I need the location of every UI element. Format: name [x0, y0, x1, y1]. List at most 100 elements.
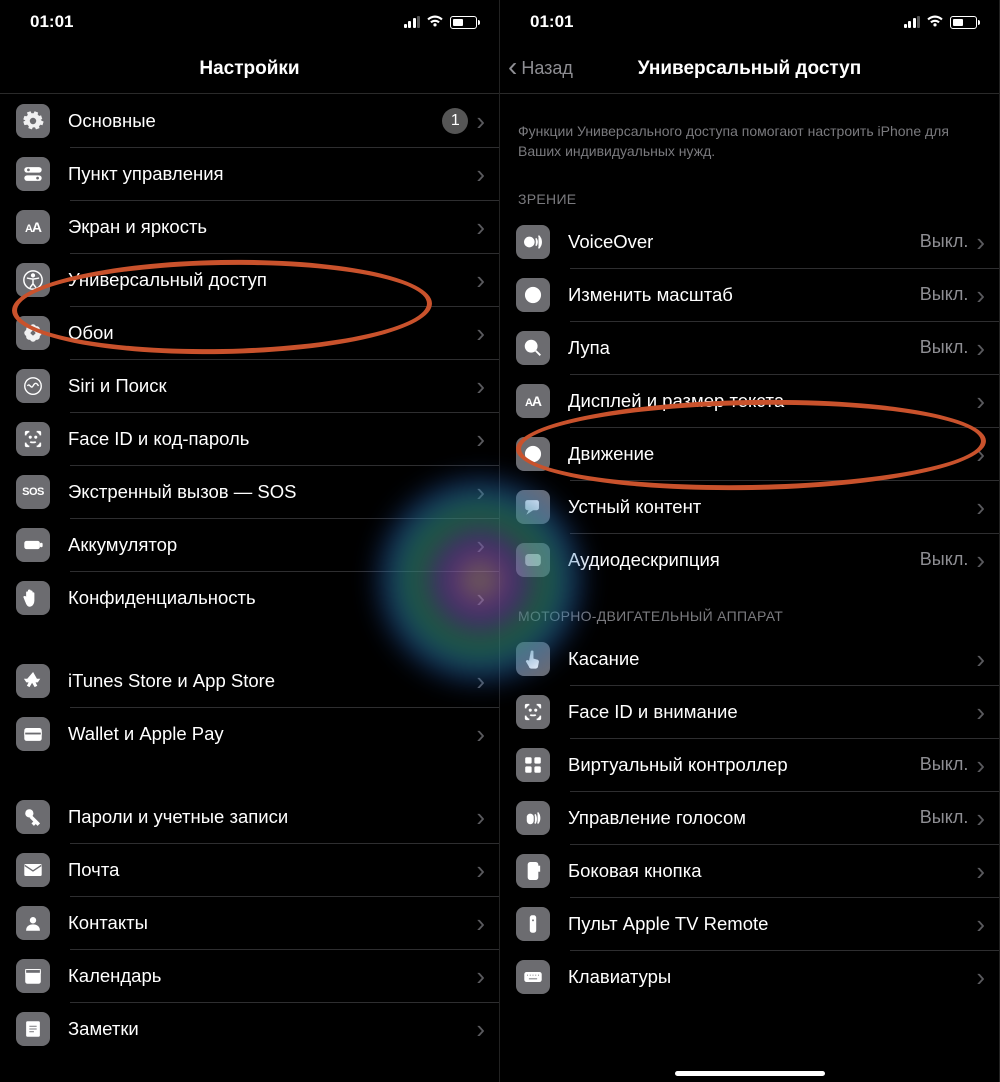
row-label: Календарь	[68, 965, 476, 987]
voice-icon	[516, 801, 550, 835]
settings-row[interactable]: Пароли и учетные записи›	[0, 790, 499, 843]
chevron-right-icon: ›	[476, 804, 485, 830]
settings-row[interactable]: iTunes Store и App Store›	[0, 654, 499, 707]
settings-row[interactable]: Движение›	[500, 427, 999, 480]
row-label: Wallet и Apple Pay	[68, 723, 476, 745]
chevron-right-icon: ›	[476, 668, 485, 694]
accessibility-list[interactable]: Функции Универсального доступа помогают …	[500, 94, 999, 1082]
magnifier-icon	[516, 331, 550, 365]
gear-icon	[16, 104, 50, 138]
settings-row[interactable]: Конфиденциальность›	[0, 571, 499, 624]
faceid-icon	[516, 695, 550, 729]
battery-icon	[16, 528, 50, 562]
mail-icon	[16, 853, 50, 887]
chevron-right-icon: ›	[976, 911, 985, 937]
section-description: Функции Универсального доступа помогают …	[500, 94, 999, 169]
sidebtn-icon	[516, 854, 550, 888]
nav-bar: ‹ Назад Универсальный доступ	[500, 44, 999, 94]
settings-row[interactable]: Аккумулятор›	[0, 518, 499, 571]
settings-row[interactable]: AAЭкран и яркость›	[0, 200, 499, 253]
settings-row[interactable]: Пульт Apple TV Remote›	[500, 897, 999, 950]
row-label: Аккумулятор	[68, 534, 476, 556]
contact-icon	[16, 906, 50, 940]
phone-accessibility: 01:01 ‹ Назад Универсальный доступ Функц…	[500, 0, 1000, 1082]
row-label: Экстренный вызов — SOS	[68, 481, 476, 503]
chevron-right-icon: ›	[476, 267, 485, 293]
row-label: Siri и Поиск	[68, 375, 476, 397]
home-indicator	[675, 1071, 825, 1076]
settings-row[interactable]: SOSЭкстренный вызов — SOS›	[0, 465, 499, 518]
settings-row[interactable]: Основные1›	[0, 94, 499, 147]
AA-icon: AA	[16, 210, 50, 244]
row-label: Боковая кнопка	[568, 860, 976, 882]
settings-row[interactable]: AAДисплей и размер текста›	[500, 374, 999, 427]
row-label: Устный контент	[568, 496, 976, 518]
faceid-icon	[16, 422, 50, 456]
row-value: Выкл.	[920, 549, 969, 570]
row-label: Face ID и внимание	[568, 701, 976, 723]
audiodesc-icon: AD	[516, 543, 550, 577]
settings-row[interactable]: ЛупаВыкл.›	[500, 321, 999, 374]
settings-row[interactable]: Face ID и код-пароль›	[0, 412, 499, 465]
chevron-right-icon: ›	[476, 426, 485, 452]
chevron-right-icon: ›	[976, 441, 985, 467]
chevron-right-icon: ›	[476, 857, 485, 883]
settings-row[interactable]: Устный контент›	[500, 480, 999, 533]
settings-row[interactable]: VoiceOverВыкл.›	[500, 215, 999, 268]
settings-row[interactable]: Боковая кнопка›	[500, 844, 999, 897]
chevron-right-icon: ›	[976, 858, 985, 884]
motion-icon	[516, 437, 550, 471]
settings-group: VoiceOverВыкл.›Изменить масштабВыкл.›Луп…	[500, 215, 999, 586]
chevron-right-icon: ›	[476, 373, 485, 399]
row-label: Пульт Apple TV Remote	[568, 913, 976, 935]
chevron-right-icon: ›	[976, 699, 985, 725]
row-label: Управление голосом	[568, 807, 920, 829]
settings-row[interactable]: ADАудиодескрипцияВыкл.›	[500, 533, 999, 586]
settings-row[interactable]: Управление голосомВыкл.›	[500, 791, 999, 844]
chevron-right-icon: ›	[476, 1016, 485, 1042]
settings-row[interactable]: Универсальный доступ›	[0, 253, 499, 306]
settings-row[interactable]: Календарь›	[0, 949, 499, 1002]
row-label: Пункт управления	[68, 163, 476, 185]
settings-row[interactable]: Face ID и внимание›	[500, 685, 999, 738]
chevron-right-icon: ›	[976, 229, 985, 255]
chevron-right-icon: ›	[476, 910, 485, 936]
touch-icon	[516, 642, 550, 676]
status-time: 01:01	[30, 12, 73, 32]
signal-icon	[904, 16, 921, 28]
settings-row[interactable]: Виртуальный контроллерВыкл.›	[500, 738, 999, 791]
settings-row[interactable]: Заметки›	[0, 1002, 499, 1055]
siri-icon	[16, 369, 50, 403]
settings-group: Пароли и учетные записи›Почта›Контакты›К…	[0, 790, 499, 1055]
row-label: Клавиатуры	[568, 966, 976, 988]
status-time: 01:01	[530, 12, 573, 32]
section-header: ЗРЕНИЕ	[500, 169, 999, 215]
settings-group: iTunes Store и App Store›Wallet и Apple …	[0, 654, 499, 760]
chevron-right-icon: ›	[476, 532, 485, 558]
row-label: Конфиденциальность	[68, 587, 476, 609]
settings-row[interactable]: Siri и Поиск›	[0, 359, 499, 412]
remote-icon	[516, 907, 550, 941]
row-value: Выкл.	[920, 754, 969, 775]
row-label: Аудиодескрипция	[568, 549, 920, 571]
chevron-right-icon: ›	[976, 388, 985, 414]
settings-row[interactable]: Контакты›	[0, 896, 499, 949]
settings-list[interactable]: Основные1›Пункт управления›AAЭкран и ярк…	[0, 94, 499, 1082]
status-bar: 01:01	[500, 0, 999, 44]
settings-row[interactable]: Клавиатуры›	[500, 950, 999, 1003]
switches-icon	[16, 157, 50, 191]
settings-row[interactable]: Пункт управления›	[0, 147, 499, 200]
back-button[interactable]: ‹ Назад	[508, 44, 573, 93]
wifi-icon	[426, 14, 444, 31]
settings-row[interactable]: Почта›	[0, 843, 499, 896]
status-bar: 01:01	[0, 0, 499, 44]
row-label: iTunes Store и App Store	[68, 670, 476, 692]
row-label: VoiceOver	[568, 231, 920, 253]
settings-row[interactable]: Wallet и Apple Pay›	[0, 707, 499, 760]
settings-row[interactable]: Касание›	[500, 632, 999, 685]
appstore-icon	[16, 664, 50, 698]
settings-row[interactable]: Изменить масштабВыкл.›	[500, 268, 999, 321]
row-label: Экран и яркость	[68, 216, 476, 238]
settings-row[interactable]: Обои›	[0, 306, 499, 359]
chevron-right-icon: ›	[976, 646, 985, 672]
